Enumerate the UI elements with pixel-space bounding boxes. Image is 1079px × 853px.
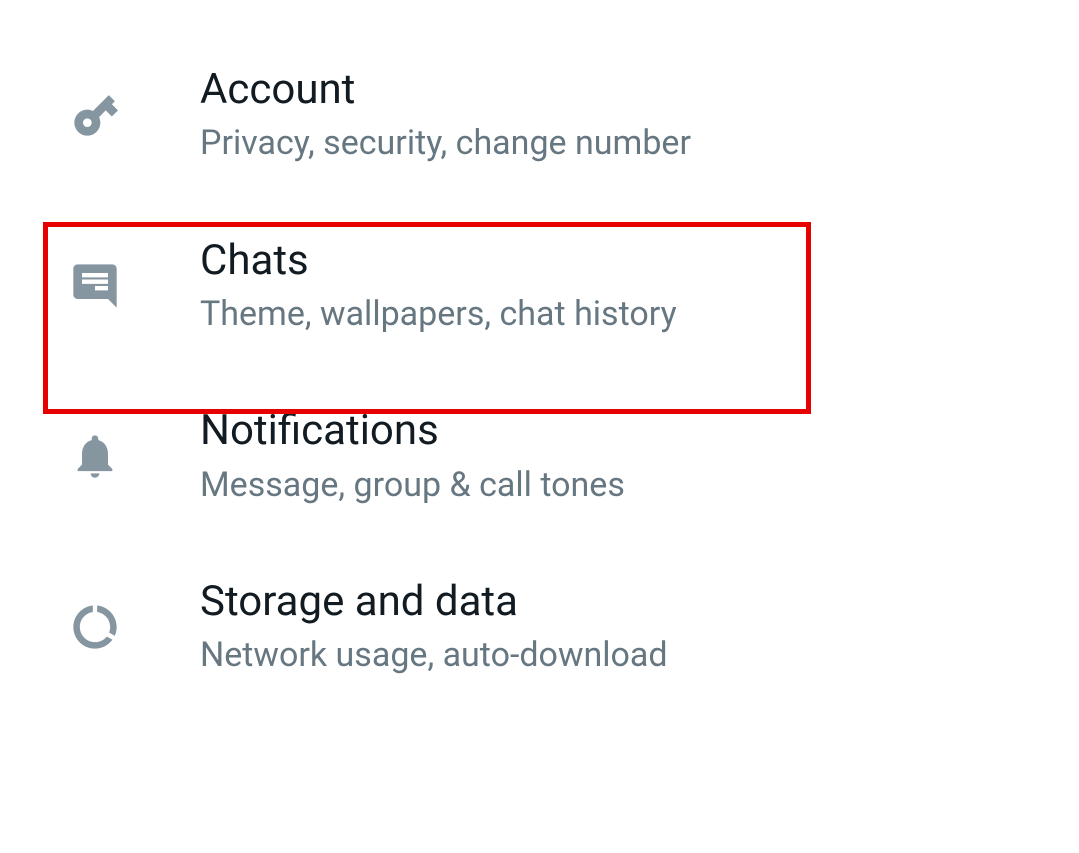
settings-item-subtitle: Network usage, auto-download (200, 633, 668, 677)
settings-item-subtitle: Theme, wallpapers, chat history (200, 292, 677, 336)
data-usage-icon (60, 601, 130, 653)
settings-item-subtitle: Message, group & call tones (200, 463, 625, 507)
settings-item-title: Account (200, 65, 691, 115)
settings-item-subtitle: Privacy, security, change number (200, 121, 691, 165)
settings-list: Account Privacy, security, change number… (0, 0, 1079, 712)
key-icon (60, 89, 130, 141)
bell-icon (60, 430, 130, 482)
settings-item-storage[interactable]: Storage and data Network usage, auto-dow… (0, 542, 1079, 713)
settings-item-account[interactable]: Account Privacy, security, change number (0, 30, 1079, 201)
settings-text: Notifications Message, group & call tone… (200, 406, 625, 507)
settings-text: Account Privacy, security, change number (200, 65, 691, 166)
settings-item-notifications[interactable]: Notifications Message, group & call tone… (0, 371, 1079, 542)
settings-item-title: Storage and data (200, 577, 668, 627)
settings-text: Chats Theme, wallpapers, chat history (200, 236, 677, 337)
settings-text: Storage and data Network usage, auto-dow… (200, 577, 668, 678)
settings-item-chats[interactable]: Chats Theme, wallpapers, chat history (0, 201, 1079, 372)
chat-icon (60, 260, 130, 312)
settings-item-title: Chats (200, 236, 677, 286)
settings-item-title: Notifications (200, 406, 625, 456)
